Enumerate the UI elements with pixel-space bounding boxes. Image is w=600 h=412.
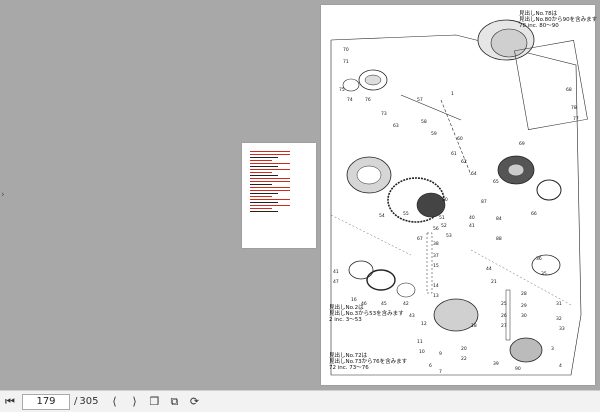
svg-text:60: 60 [457, 136, 463, 142]
svg-text:14: 14 [433, 283, 439, 289]
svg-text:37: 37 [433, 253, 439, 259]
exploded-parts-diagram: 707175 74 7673 635758 596061 626564 66696… [330, 19, 588, 376]
svg-text:35: 35 [541, 271, 547, 277]
copy-page-icon[interactable]: ⧉ [166, 394, 182, 410]
svg-text:41: 41 [333, 269, 339, 275]
svg-text:58: 58 [421, 119, 427, 125]
svg-text:6: 6 [429, 363, 432, 369]
chevron-left-icon[interactable]: › [1, 190, 5, 200]
svg-text:67: 67 [417, 236, 423, 242]
svg-text:76: 76 [365, 97, 371, 103]
svg-text:56: 56 [433, 226, 439, 232]
svg-text:70: 70 [343, 47, 349, 53]
svg-text:75: 75 [339, 87, 345, 93]
svg-text:53: 53 [446, 233, 452, 239]
svg-text:22: 22 [461, 356, 467, 362]
svg-text:51: 51 [439, 215, 445, 221]
svg-text:74: 74 [347, 97, 353, 103]
svg-text:41: 41 [469, 223, 475, 229]
parts-list-text [250, 151, 290, 214]
svg-text:71: 71 [343, 59, 349, 65]
svg-text:29: 29 [521, 303, 527, 309]
svg-text:9: 9 [439, 351, 442, 357]
svg-text:54: 54 [379, 213, 385, 219]
svg-text:43: 43 [409, 313, 415, 319]
svg-text:13: 13 [433, 293, 439, 299]
svg-text:31: 31 [556, 301, 562, 307]
svg-text:61: 61 [451, 151, 457, 157]
page-number-input[interactable]: 179 [22, 393, 70, 410]
svg-text:63: 63 [393, 123, 399, 129]
svg-text:36: 36 [536, 256, 542, 262]
total-pages: 305 [79, 396, 99, 407]
page-navigation-toolbar: ⏮ 179 / 305 ⟨ ⟩ ❐ ⧉ ⟳ [0, 390, 600, 412]
page-separator: / [74, 396, 78, 407]
exploded-parts-diagram-page: 70 71 75 74 76 73 63 57 58 59 60 61 62 65 64 66 69 6… [321, 5, 598, 385]
svg-text:10: 10 [419, 349, 425, 355]
svg-text:78: 78 [571, 105, 577, 111]
svg-text:21: 21 [491, 279, 497, 285]
svg-text:4: 4 [559, 363, 562, 369]
svg-text:77: 77 [573, 116, 579, 122]
prev-page-icon[interactable]: ⟨ [106, 394, 122, 410]
svg-text:16: 16 [351, 297, 357, 303]
svg-text:64: 64 [471, 171, 477, 177]
svg-text:3: 3 [551, 346, 554, 352]
svg-text:65: 65 [493, 179, 499, 185]
svg-text:1: 1 [451, 91, 454, 97]
svg-text:15: 15 [433, 263, 439, 269]
svg-text:66: 66 [531, 211, 537, 217]
fit-page-icon[interactable]: ❐ [146, 394, 162, 410]
svg-text:27: 27 [501, 323, 507, 329]
svg-text:40: 40 [469, 215, 475, 221]
svg-text:59: 59 [431, 131, 437, 137]
svg-text:12: 12 [421, 321, 427, 327]
svg-text:42: 42 [403, 301, 409, 307]
note-2-includes: 見出しNo.2は 見出しNo.3から53を含みます 2 inc. 3〜53 [329, 305, 404, 323]
svg-text:39: 39 [493, 361, 499, 367]
svg-text:28: 28 [521, 291, 527, 297]
svg-text:68: 68 [566, 87, 572, 93]
svg-text:30: 30 [521, 313, 527, 319]
svg-text:26: 26 [501, 313, 507, 319]
svg-text:90: 90 [515, 366, 521, 372]
note-72-includes: 見出しNo.72は 見出しNo.73から76を含みます 72 inc. 73〜7… [329, 353, 408, 371]
rotate-icon[interactable]: ⟳ [186, 394, 202, 410]
svg-text:52: 52 [441, 223, 447, 229]
svg-text:44: 44 [486, 266, 492, 272]
svg-text:33: 33 [559, 326, 565, 332]
svg-text:55: 55 [403, 211, 409, 217]
first-page-icon[interactable]: ⏮ [2, 394, 18, 410]
svg-text:62: 62 [461, 159, 467, 165]
svg-text:50: 50 [442, 197, 448, 203]
svg-text:32: 32 [556, 316, 562, 322]
note-78-includes: 見出しNo.78は 見出しNo.80から90を含みます 78 inc. 80〜9… [519, 11, 598, 29]
svg-text:47: 47 [333, 279, 339, 285]
page-thumbnail[interactable] [242, 143, 316, 248]
svg-text:84: 84 [496, 216, 502, 222]
document-viewer: › 70 71 75 74 76 73 63 57 58 59 60 61 62… [0, 0, 600, 390]
svg-text:87: 87 [481, 199, 487, 205]
svg-text:73: 73 [381, 111, 387, 117]
svg-text:7: 7 [439, 369, 442, 375]
svg-text:18: 18 [471, 323, 477, 329]
svg-text:88: 88 [496, 236, 502, 242]
svg-text:69: 69 [519, 141, 525, 147]
svg-text:57: 57 [417, 97, 423, 103]
svg-text:11: 11 [417, 339, 423, 345]
svg-text:25: 25 [501, 301, 507, 307]
svg-text:38: 38 [433, 241, 439, 247]
svg-text:20: 20 [461, 346, 467, 352]
next-page-icon[interactable]: ⟩ [126, 394, 142, 410]
